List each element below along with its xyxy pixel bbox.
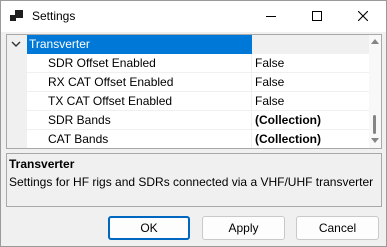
property-value[interactable]: False	[252, 54, 369, 73]
cancel-button[interactable]: Cancel	[296, 216, 379, 240]
property-name: SDR Offset Enabled	[27, 54, 252, 73]
property-name: TX CAT Offset Enabled	[27, 92, 252, 111]
title-bar[interactable]: Settings	[1, 1, 386, 32]
property-name: RX CAT Offset Enabled	[27, 73, 252, 92]
scrollbar-thumb[interactable]	[373, 115, 376, 134]
property-name: CAT Bands	[27, 130, 252, 148]
help-panel: Transverter Settings for HF rigs and SDR…	[6, 153, 382, 207]
category-margin	[7, 35, 27, 54]
minimize-icon	[266, 16, 276, 17]
property-row-sdr-offset-enabled[interactable]: SDR Offset Enabled False	[7, 54, 369, 73]
property-grid[interactable]: Transverter SDR Offset Enabled False RX …	[6, 34, 382, 149]
property-value[interactable]: False	[252, 92, 369, 111]
category-row-fill	[252, 35, 369, 54]
help-title: Transverter	[9, 157, 75, 171]
minimize-button[interactable]	[248, 1, 294, 32]
property-row-rx-cat-offset-enabled[interactable]: RX CAT Offset Enabled False	[7, 73, 369, 92]
close-icon	[358, 11, 368, 21]
category-label: Transverter	[27, 35, 252, 54]
category-row-transverter[interactable]: Transverter	[7, 35, 369, 54]
chevron-down-icon[interactable]	[11, 40, 21, 48]
maximize-icon	[312, 11, 322, 21]
property-value[interactable]: (Collection)	[252, 130, 369, 148]
property-value[interactable]: False	[252, 73, 369, 92]
ok-button[interactable]: OK	[108, 216, 190, 240]
apply-button[interactable]: Apply	[202, 216, 285, 240]
vertical-scrollbar[interactable]	[369, 35, 381, 148]
property-row-cat-bands[interactable]: CAT Bands (Collection)	[7, 130, 369, 148]
property-value[interactable]: (Collection)	[252, 111, 369, 130]
close-button[interactable]	[340, 1, 386, 32]
property-name: SDR Bands	[27, 111, 252, 130]
maximize-button[interactable]	[294, 1, 340, 32]
window-title: Settings	[32, 9, 76, 23]
property-row-tx-cat-offset-enabled[interactable]: TX CAT Offset Enabled False	[7, 92, 369, 111]
property-row-sdr-bands[interactable]: SDR Bands (Collection)	[7, 111, 369, 130]
settings-window: Settings Transverter SDR Offset Enabled	[0, 0, 387, 247]
help-description: Settings for HF rigs and SDRs connected …	[9, 175, 374, 189]
scroll-down-icon[interactable]	[371, 138, 379, 144]
settings-app-icon	[10, 10, 24, 23]
scroll-up-icon[interactable]	[371, 38, 379, 44]
